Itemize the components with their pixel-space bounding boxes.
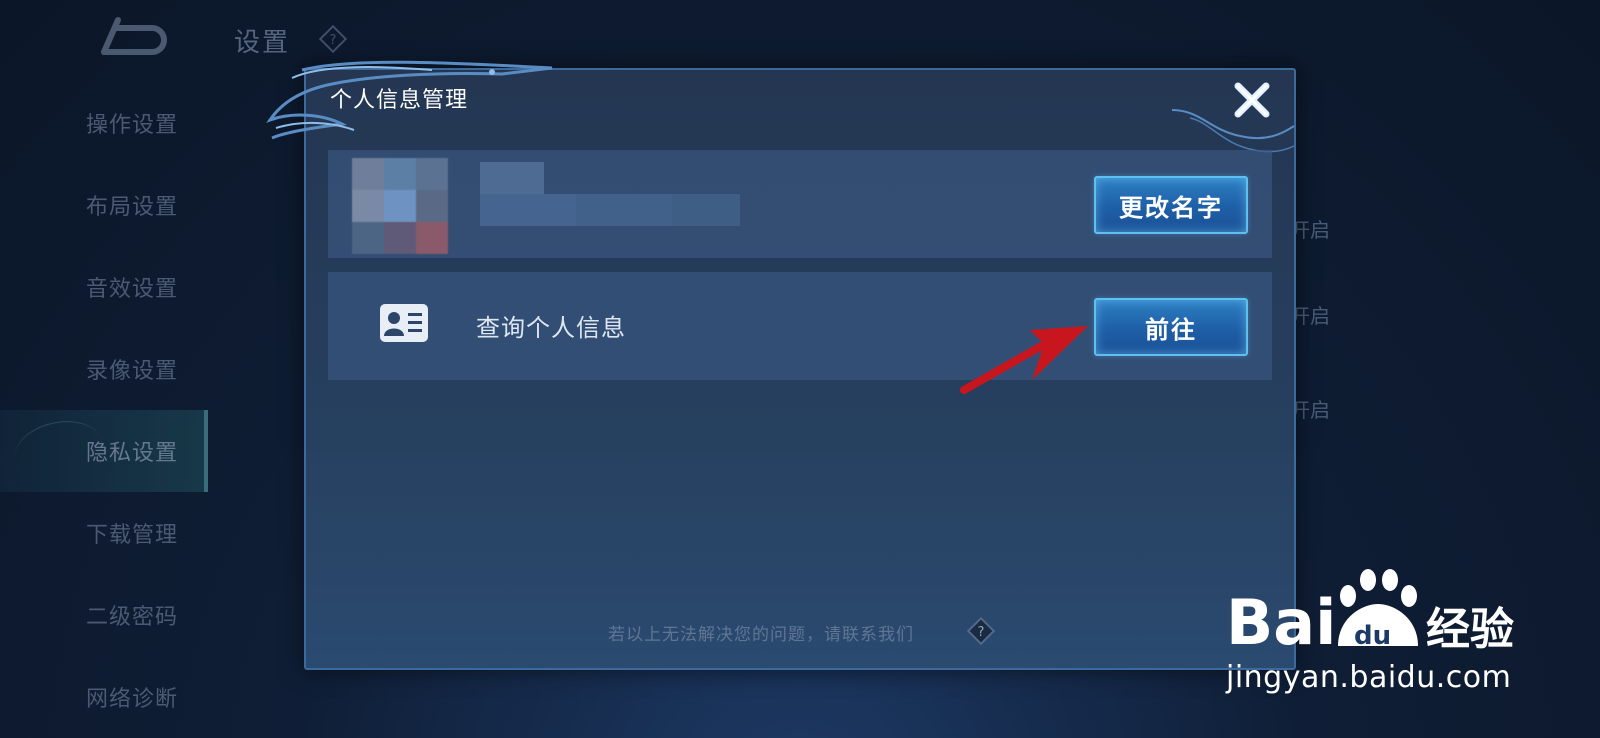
settings-sidebar: 操作设置 布局设置 音效设置 录像设置 隐私设置 下载管理 二级密码 网络诊断 xyxy=(0,82,208,738)
watermark-url: jingyan.baidu.com xyxy=(1226,660,1512,695)
background-option-text: 开启 xyxy=(1290,218,1330,242)
baidu-jingyan-logo: Bai du 经验 xyxy=(1226,569,1514,656)
id-card-icon xyxy=(380,304,428,342)
sidebar-item-label: 录像设置 xyxy=(86,359,179,384)
sidebar-item-label: 布局设置 xyxy=(86,195,179,220)
player-name-blurred xyxy=(480,162,740,226)
profile-row: 更改名字 xyxy=(328,150,1272,258)
svg-text:经验: 经验 xyxy=(1426,604,1514,655)
question-diamond-icon[interactable]: ? xyxy=(966,616,996,646)
svg-text:?: ? xyxy=(978,625,985,640)
sidebar-item-label: 下载管理 xyxy=(86,523,179,548)
contact-us-note: 若以上无法解决您的问题，请联系我们 xyxy=(608,625,914,645)
sidebar-item-label: 操作设置 xyxy=(86,113,179,138)
avatar xyxy=(352,158,448,254)
svg-text:Bai: Bai xyxy=(1226,586,1336,656)
sidebar-item-download[interactable]: 下载管理 xyxy=(0,492,208,574)
svg-text:du: du xyxy=(1354,621,1391,651)
sidebar-item-label: 二级密码 xyxy=(86,605,179,630)
background-option-text: 开启 xyxy=(1290,304,1330,328)
sidebar-item-privacy[interactable]: 隐私设置 xyxy=(0,410,208,492)
sidebar-item-layout[interactable]: 布局设置 xyxy=(0,164,208,246)
sidebar-item-sound[interactable]: 音效设置 xyxy=(0,246,208,328)
question-diamond-icon[interactable]: ? xyxy=(318,24,348,54)
sidebar-item-label: 隐私设置 xyxy=(86,441,179,466)
red-annotation-arrow xyxy=(960,326,1088,394)
query-info-row: 查询个人信息 前往 xyxy=(328,272,1272,380)
sidebar-item-network[interactable]: 网络诊断 xyxy=(0,656,208,738)
sidebar-item-password[interactable]: 二级密码 xyxy=(0,574,208,656)
go-button[interactable]: 前往 xyxy=(1094,298,1248,356)
svg-text:?: ? xyxy=(330,33,337,48)
query-info-label: 查询个人信息 xyxy=(476,314,626,342)
sidebar-item-label: 网络诊断 xyxy=(86,687,179,712)
sidebar-item-label: 音效设置 xyxy=(86,277,179,302)
back-arrow-icon[interactable] xyxy=(96,16,172,62)
rename-button[interactable]: 更改名字 xyxy=(1094,176,1248,234)
sidebar-item-recording[interactable]: 录像设置 xyxy=(0,328,208,410)
sidebar-item-operation[interactable]: 操作设置 xyxy=(0,82,208,164)
background-option-text: 开启 xyxy=(1290,398,1330,422)
settings-title: 设置 xyxy=(234,28,291,58)
close-x-icon[interactable] xyxy=(1232,80,1272,120)
modal-title: 个人信息管理 xyxy=(330,88,469,113)
